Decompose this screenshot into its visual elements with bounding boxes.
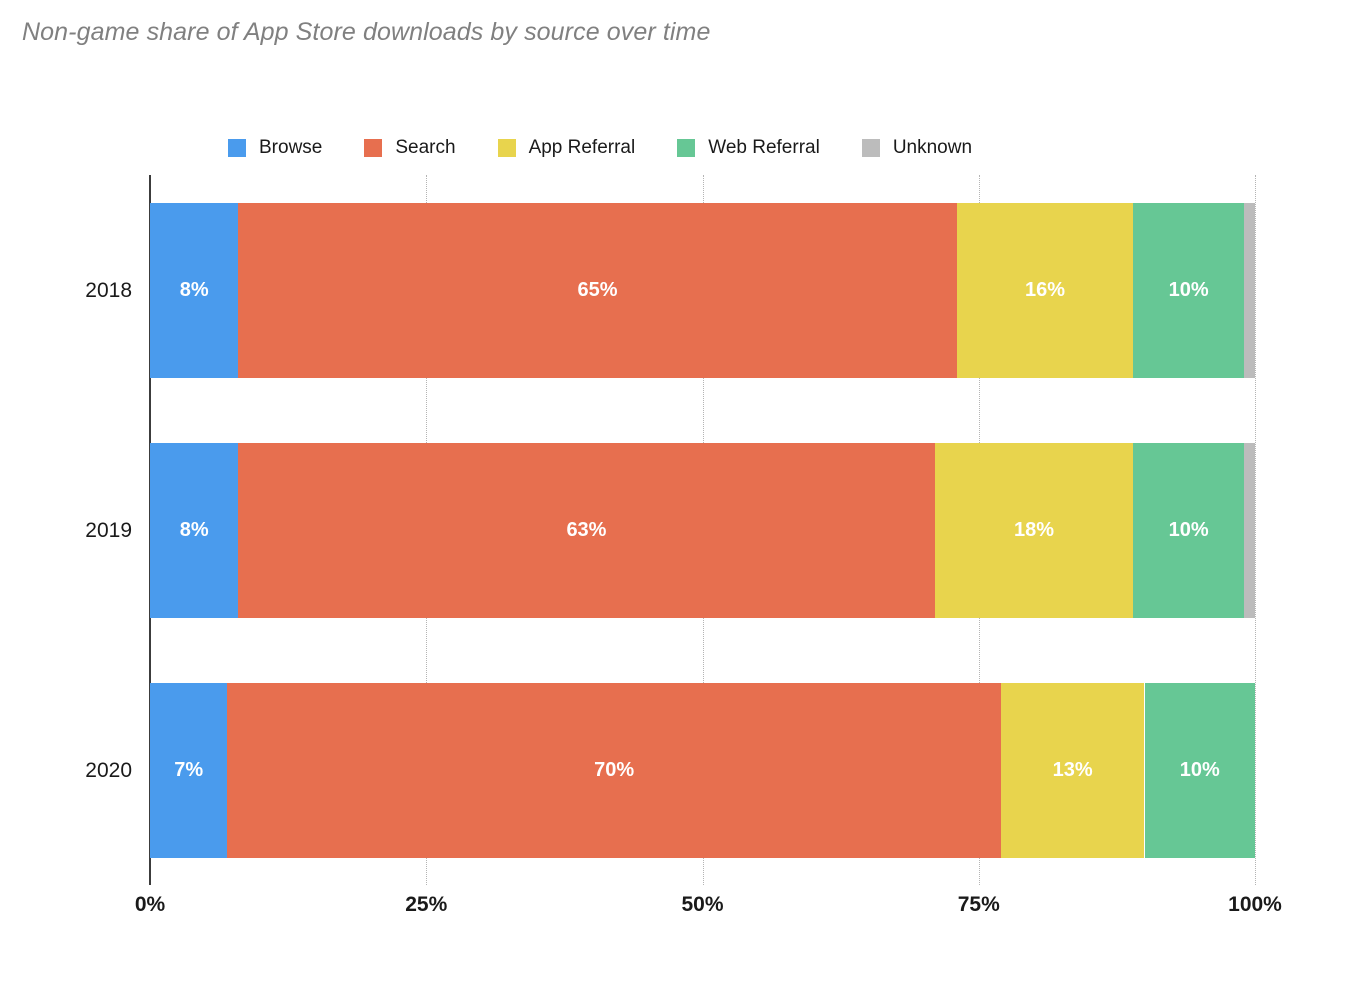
legend-item-label: Search <box>395 137 456 158</box>
y-axis-label-2020: 2020 <box>85 759 132 782</box>
bar-segment-search-2018[interactable]: 65% <box>238 203 957 378</box>
page-title: Non-game share of App Store downloads by… <box>22 18 711 46</box>
bar-segment-search-2019[interactable]: 63% <box>238 443 935 618</box>
bar-segment-value: 65% <box>577 279 618 301</box>
y-axis-label-2019: 2019 <box>85 519 132 542</box>
gridline-100 <box>1255 175 1257 885</box>
x-axis-tick-50: 50% <box>681 893 724 916</box>
bar-segment-value: 13% <box>1052 759 1093 781</box>
legend-item-label: Unknown <box>892 137 973 158</box>
bar-segment-value: 70% <box>594 759 635 781</box>
bar-segment-browse-2020[interactable]: 7% <box>150 683 228 858</box>
x-axis-tick-0: 0% <box>134 893 166 916</box>
legend-swatch-icon <box>677 139 696 157</box>
bar-segment-app-referral-2019[interactable]: 18% <box>934 443 1134 618</box>
x-axis-tick-100: 100% <box>1228 893 1282 916</box>
bar-segment-value: 10% <box>1179 759 1220 781</box>
bar-segment-browse-2019[interactable]: 8% <box>150 443 239 618</box>
bar-segment-app-referral-2020[interactable]: 13% <box>1000 683 1145 858</box>
bar-segment-value: 7% <box>174 759 204 781</box>
bar-segment-value: 63% <box>566 519 607 541</box>
bar-segment-value: 8% <box>179 279 209 301</box>
bar-segment-unknown-2019[interactable] <box>1243 443 1255 618</box>
bar-row-2018: 2018 8% 65% 16% 10% <box>85 203 1255 378</box>
bar-row-2019: 2019 8% 63% 18% 10% <box>85 443 1255 618</box>
bar-segment-app-referral-2018[interactable]: 16% <box>956 203 1134 378</box>
x-axis-tick-25: 25% <box>405 893 448 916</box>
legend-item-browse[interactable]: Browse <box>228 137 322 159</box>
legend-swatch-icon <box>497 139 516 157</box>
y-axis-label-2018: 2018 <box>85 279 132 302</box>
legend-swatch-icon <box>861 139 880 157</box>
bar-segment-search-2020[interactable]: 70% <box>227 683 1001 858</box>
legend-item-app-referral[interactable]: App Referral <box>497 137 636 159</box>
legend-item-web-referral[interactable]: Web Referral <box>677 137 820 159</box>
legend-swatch-icon <box>364 139 383 157</box>
legend-item-label: Browse <box>259 137 323 158</box>
x-axis-tick-75: 75% <box>957 893 1000 916</box>
bar-segment-value: 10% <box>1168 519 1209 541</box>
legend-item-label: Web Referral <box>708 137 820 158</box>
legend-item-unknown[interactable]: Unknown <box>861 137 973 159</box>
plot-area: 2018 8% 65% 16% 10% 2019 8% 63% 18% 10% 2020 7% 70% 1… <box>85 175 1282 916</box>
legend-item-search[interactable]: Search <box>364 137 456 159</box>
bar-segment-web-referral-2020[interactable]: 10% <box>1144 683 1255 858</box>
bar-segment-value: 10% <box>1168 279 1209 301</box>
bar-segment-unknown-2018[interactable] <box>1243 203 1255 378</box>
legend-item-label: App Referral <box>528 137 636 158</box>
bar-segment-web-referral-2019[interactable]: 10% <box>1133 443 1244 618</box>
bar-segment-value: 18% <box>1013 519 1054 541</box>
legend-swatch-icon <box>228 139 246 157</box>
chart-legend: Browse Search App Referral Web Referral Unkn… <box>228 133 1014 163</box>
bar-segment-web-referral-2018[interactable]: 10% <box>1133 203 1244 378</box>
bar-segment-browse-2018[interactable]: 8% <box>150 203 239 378</box>
bar-segment-value: 16% <box>1025 279 1066 301</box>
bar-row-2020: 2020 7% 70% 13% 10% <box>85 683 1255 858</box>
bar-segment-value: 8% <box>179 519 209 541</box>
